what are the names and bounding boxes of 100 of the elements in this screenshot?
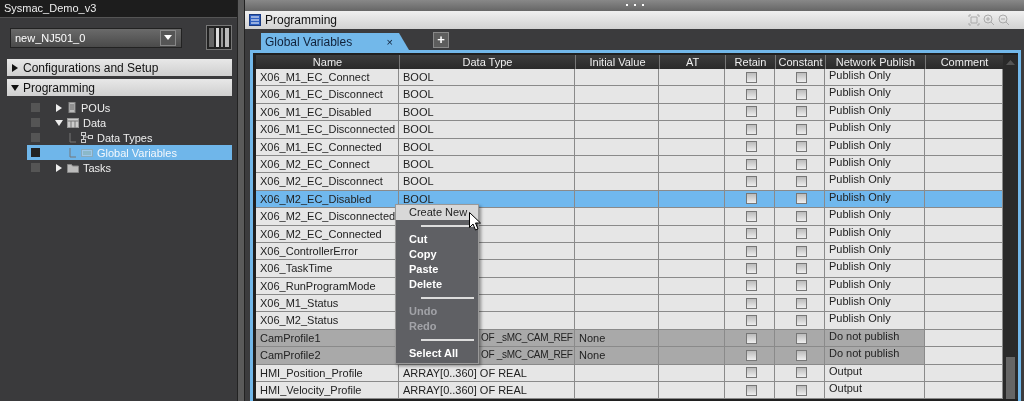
checkbox[interactable]: [746, 176, 757, 188]
checkbox[interactable]: [746, 71, 757, 83]
checkbox[interactable]: [746, 123, 757, 135]
folder-icon: [67, 162, 79, 173]
checkbox[interactable]: [796, 280, 807, 292]
checkbox[interactable]: [796, 141, 807, 153]
tree-line-icon: [69, 147, 77, 158]
checkbox[interactable]: [796, 106, 807, 118]
close-button[interactable]: ×: [386, 35, 393, 48]
checkbox[interactable]: [796, 89, 807, 101]
editor-tab[interactable]: Global Variables ×: [261, 33, 409, 50]
table-cell: None: [575, 347, 659, 365]
list-icon: [81, 147, 93, 158]
checkbox[interactable]: [746, 89, 757, 101]
project-title: Sysmac_Demo_v3: [0, 0, 237, 18]
table-cell: BOOL: [399, 86, 575, 104]
checkbox[interactable]: [796, 263, 807, 274]
checkbox[interactable]: [796, 315, 807, 327]
tree-label: POUs: [81, 101, 111, 114]
collapsed-arrow-icon[interactable]: [55, 103, 63, 112]
checkbox[interactable]: [796, 193, 807, 205]
tree-label: Tasks: [83, 161, 112, 174]
menu-item[interactable]: Cut: [396, 232, 478, 247]
checkbox[interactable]: [796, 158, 807, 170]
checkbox[interactable]: [796, 297, 807, 309]
checkbox[interactable]: [746, 349, 757, 361]
zoom-in-icon[interactable]: [983, 14, 995, 26]
table-cell: X06_M1_EC_Disconnect: [256, 86, 399, 104]
mouse-cursor-icon: [469, 212, 481, 231]
table-cell: BOOL: [399, 138, 575, 156]
checkbox[interactable]: [746, 297, 757, 309]
checkbox[interactable]: [746, 193, 757, 205]
table-cell: CamProfile2: [256, 347, 399, 365]
hierarchy-icon: [81, 132, 93, 143]
menu-item[interactable]: Create New: [396, 205, 478, 220]
checkbox[interactable]: [746, 245, 757, 257]
column-header[interactable]: Name: [256, 55, 399, 69]
checkbox[interactable]: [796, 176, 807, 188]
panel-title: Programming: [265, 13, 338, 27]
table-cell: Output: [825, 382, 925, 400]
device-dropdown[interactable]: new_NJ501_0: [10, 27, 182, 48]
tree-item[interactable]: Data: [27, 115, 232, 130]
menu-item[interactable]: Copy: [396, 247, 478, 262]
checkbox[interactable]: [746, 367, 757, 379]
checkbox[interactable]: [746, 263, 757, 274]
table-cell: Do not publish: [825, 347, 925, 365]
table-cell: Publish Only: [825, 312, 925, 330]
checkbox[interactable]: [796, 228, 807, 240]
expanded-arrow-icon: [11, 83, 19, 92]
controller-icon[interactable]: [206, 25, 232, 50]
collapsed-arrow-icon[interactable]: [55, 163, 63, 172]
tree-item[interactable]: POUs: [27, 100, 232, 115]
table-cell: Publish Only: [825, 138, 925, 156]
menu-item[interactable]: Paste: [396, 262, 478, 277]
checkbox[interactable]: [746, 106, 757, 118]
checkbox[interactable]: [746, 332, 757, 344]
checkbox[interactable]: [796, 245, 807, 257]
table-cell: Publish Only: [825, 260, 925, 278]
table-cell: X06_M1_EC_Disconnected: [256, 121, 399, 139]
splitter-bar[interactable]: [237, 0, 245, 401]
checkbox[interactable]: [746, 210, 757, 222]
checkbox[interactable]: [746, 158, 757, 170]
checkbox[interactable]: [746, 228, 757, 240]
checkbox[interactable]: [796, 123, 807, 135]
checkbox[interactable]: [796, 367, 807, 379]
table-icon: [67, 117, 79, 128]
tree-label: Global Variables: [97, 146, 177, 159]
table-cell: HMI_Velocity_Profile: [256, 382, 399, 400]
table-cell: Publish Only: [825, 225, 925, 243]
table-cell: Publish Only: [825, 86, 925, 104]
tree-item[interactable]: Data Types: [27, 130, 232, 145]
tree-item[interactable]: Tasks: [27, 160, 232, 175]
menu-item[interactable]: Select All: [396, 346, 478, 361]
scrollbar-thumb[interactable]: [1006, 357, 1015, 400]
document-icon: [67, 102, 77, 113]
scroll-up-icon[interactable]: [1003, 55, 1018, 69]
checkbox[interactable]: [796, 210, 807, 222]
table-cell: ARRAY[0..360] OF REAL: [399, 382, 575, 400]
menu-item[interactable]: Delete: [396, 277, 478, 292]
table-cell: X06_M1_EC_Connected: [256, 138, 399, 156]
checkbox[interactable]: [746, 141, 757, 153]
checkbox[interactable]: [796, 332, 807, 344]
expanded-arrow-icon[interactable]: [55, 118, 63, 127]
section-header[interactable]: Programming: [7, 79, 232, 96]
table-cell: BOOL: [399, 121, 575, 139]
table-cell: Publish Only: [825, 121, 925, 139]
checkbox[interactable]: [746, 280, 757, 292]
table-cell: BOOL: [399, 173, 575, 191]
checkbox[interactable]: [746, 315, 757, 327]
checkbox[interactable]: [746, 384, 757, 396]
collapsed-arrow-icon: [11, 63, 19, 72]
tree-label: Data: [83, 116, 107, 129]
checkbox[interactable]: [796, 71, 807, 83]
checkbox[interactable]: [796, 349, 807, 361]
tree-label: Data Types: [97, 131, 153, 144]
checkbox[interactable]: [796, 384, 807, 396]
add-tab-button[interactable]: +: [433, 32, 449, 48]
section-header[interactable]: Configurations and Setup: [7, 59, 232, 76]
zoom-out-icon[interactable]: [998, 14, 1010, 26]
table-cell: X06_M2_EC_Disconnect: [256, 173, 399, 191]
